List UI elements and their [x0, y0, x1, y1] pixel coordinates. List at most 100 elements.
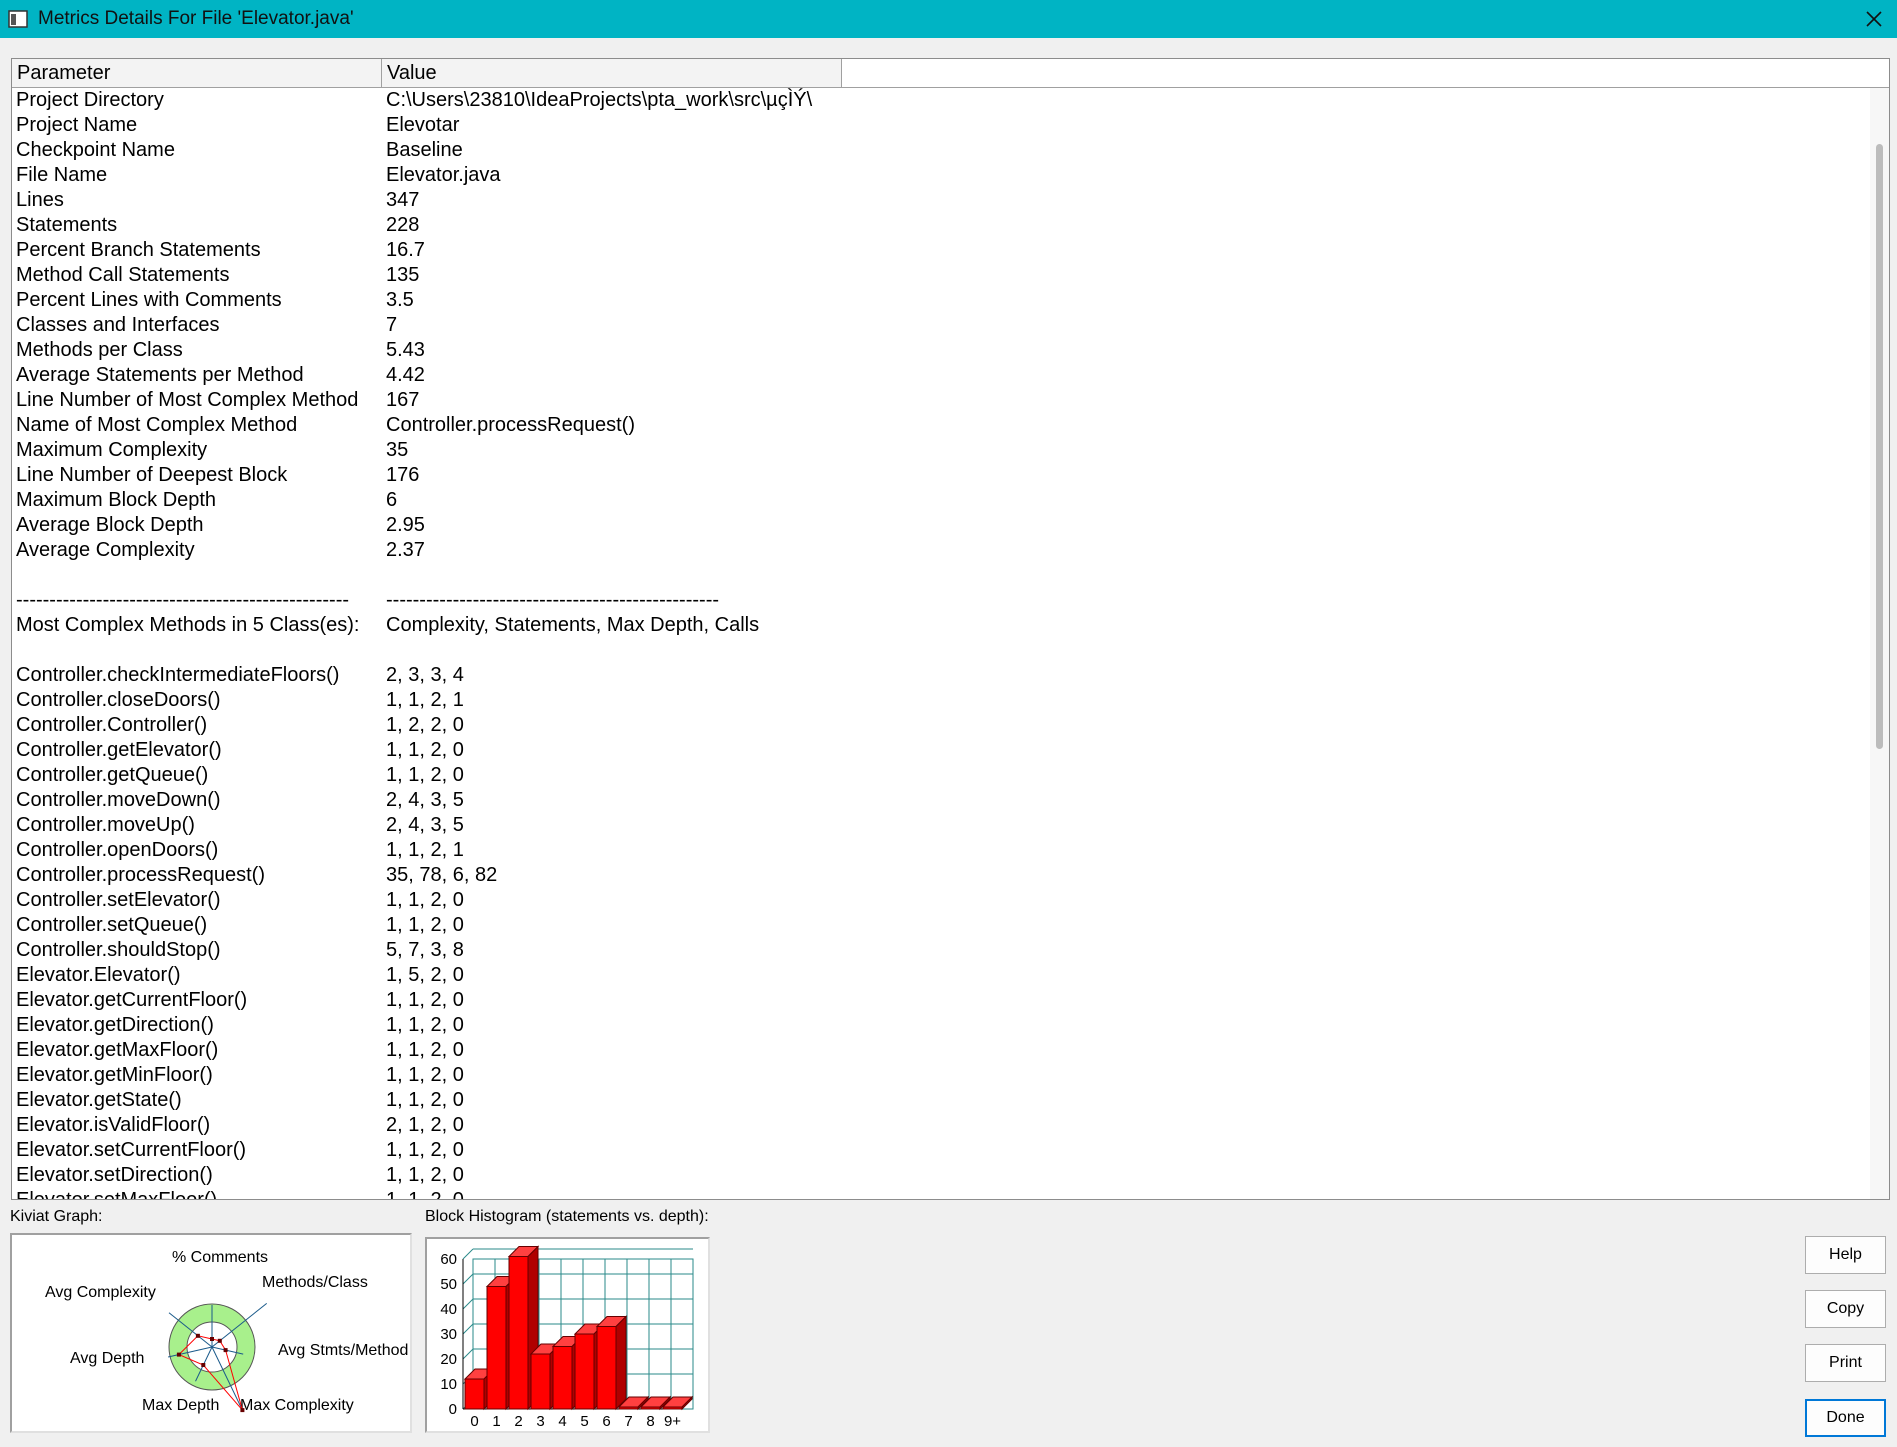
- parameter-cell: Percent Branch Statements: [16, 239, 261, 261]
- value-cell: C:\Users\23810\IdeaProjects\pta_work\src…: [386, 89, 813, 111]
- table-row[interactable]: Controller.getQueue() 1, 1, 2, 0: [12, 763, 1872, 788]
- copy-button[interactable]: Copy: [1805, 1290, 1886, 1328]
- parameter-cell: Elevator.Elevator(): [16, 964, 181, 986]
- table-row[interactable]: Project Directory C:\Users\23810\IdeaProj…: [12, 88, 1872, 113]
- parameter-cell: Classes and Interfaces: [16, 314, 220, 336]
- table-row[interactable]: Elevator.getMaxFloor() 1, 1, 2, 0: [12, 1038, 1872, 1063]
- table-row[interactable]: Lines 347: [12, 188, 1872, 213]
- parameter-cell: Controller.moveDown(): [16, 789, 221, 811]
- value-cell: 1, 1, 2, 0: [386, 739, 464, 761]
- value-cell: 228: [386, 214, 420, 236]
- column-header-value[interactable]: Value: [382, 59, 842, 88]
- histogram-y-tick: 0: [449, 1401, 457, 1418]
- table-row[interactable]: Elevator.getDirection() 1, 1, 2, 0: [12, 1013, 1872, 1038]
- scrollbar-thumb[interactable]: [1876, 144, 1883, 749]
- histogram-y-tick: 20: [440, 1351, 457, 1368]
- parameter-cell: Elevator.setMaxFloor(): [16, 1189, 218, 1200]
- value-cell: 1, 1, 2, 0: [386, 1039, 464, 1061]
- table-row[interactable]: Name of Most Complex Method Controller.pr…: [12, 413, 1872, 438]
- column-header-parameter[interactable]: Parameter: [12, 59, 382, 88]
- parameter-cell: Line Number of Most Complex Method: [16, 389, 359, 411]
- table-row[interactable]: Elevator.getCurrentFloor() 1, 1, 2, 0: [12, 988, 1872, 1013]
- parameter-cell: Maximum Complexity: [16, 439, 208, 461]
- table-row[interactable]: Classes and Interfaces 7: [12, 313, 1872, 338]
- table-row[interactable]: Line Number of Deepest Block 176: [12, 463, 1872, 488]
- parameter-cell: Average Block Depth: [16, 514, 204, 536]
- parameter-cell: Controller.getElevator(): [16, 739, 222, 761]
- parameter-cell: Name of Most Complex Method: [16, 414, 298, 436]
- table-row[interactable]: Elevator.setMaxFloor() 1, 1, 2, 0: [12, 1188, 1872, 1200]
- table-row[interactable]: Elevator.setDirection() 1, 1, 2, 0: [12, 1163, 1872, 1188]
- window-title: Metrics Details For File 'Elevator.java': [38, 8, 354, 29]
- value-cell: 2, 4, 3, 5: [386, 814, 464, 836]
- table-row[interactable]: Controller.setQueue() 1, 1, 2, 0: [12, 913, 1872, 938]
- parameter-cell: Elevator.setDirection(): [16, 1164, 213, 1186]
- metrics-table[interactable]: Parameter Value Project Directory C:\User…: [11, 58, 1890, 1200]
- histogram-x-tick: 0: [470, 1413, 478, 1430]
- table-row[interactable]: Controller.openDoors() 1, 1, 2, 1: [12, 838, 1872, 863]
- table-row[interactable]: Checkpoint Name Baseline: [12, 138, 1872, 163]
- table-row[interactable]: Maximum Complexity 35: [12, 438, 1872, 463]
- histogram-x-tick: 5: [580, 1413, 588, 1430]
- table-row[interactable]: Controller.moveUp() 2, 4, 3, 5: [12, 813, 1872, 838]
- print-button[interactable]: Print: [1805, 1344, 1886, 1382]
- table-row[interactable]: Methods per Class 5.43: [12, 338, 1872, 363]
- parameter-cell: Lines: [16, 189, 64, 211]
- table-row[interactable]: Statements 228: [12, 213, 1872, 238]
- table-row[interactable]: Controller.checkIntermediateFloors() 2, 3…: [12, 663, 1872, 688]
- table-row[interactable]: Method Call Statements 135: [12, 263, 1872, 288]
- histogram-y-tick: 10: [440, 1376, 457, 1393]
- table-row[interactable]: Elevator.Elevator() 1, 5, 2, 0: [12, 963, 1872, 988]
- histogram-bar: [662, 1406, 683, 1410]
- table-row[interactable]: ----------------------------------------…: [12, 588, 1872, 613]
- kiviat-axis-label: Avg Stmts/Method: [278, 1342, 408, 1359]
- histogram-bar-side: [615, 1315, 627, 1411]
- done-button[interactable]: Done: [1805, 1399, 1886, 1437]
- value-cell: 1, 1, 2, 1: [386, 689, 464, 711]
- table-row[interactable]: Controller.shouldStop() 5, 7, 3, 8: [12, 938, 1872, 963]
- parameter-cell: Controller.Controller(): [16, 714, 208, 736]
- table-row[interactable]: [12, 563, 1872, 588]
- table-row[interactable]: Percent Branch Statements 16.7: [12, 238, 1872, 263]
- table-row[interactable]: Line Number of Most Complex Method 167: [12, 388, 1872, 413]
- table-row[interactable]: Percent Lines with Comments 3.5: [12, 288, 1872, 313]
- value-cell: 1, 1, 2, 1: [386, 839, 464, 861]
- value-cell: 1, 1, 2, 0: [386, 914, 464, 936]
- value-cell: Elevator.java: [386, 164, 501, 186]
- value-cell: 1, 1, 2, 0: [386, 1089, 464, 1111]
- parameter-cell: Percent Lines with Comments: [16, 289, 282, 311]
- table-row[interactable]: Controller.setElevator() 1, 1, 2, 0: [12, 888, 1872, 913]
- table-row[interactable]: [12, 638, 1872, 663]
- help-button[interactable]: Help: [1805, 1236, 1886, 1274]
- table-row[interactable]: Controller.processRequest() 35, 78, 6, 82: [12, 863, 1872, 888]
- table-row[interactable]: Average Block Depth 2.95: [12, 513, 1872, 538]
- table-row[interactable]: Average Statements per Method 4.42: [12, 363, 1872, 388]
- histogram-gridline-diag: [462, 1298, 474, 1310]
- table-body: Project Directory C:\Users\23810\IdeaProj…: [12, 88, 1872, 1200]
- table-row[interactable]: Controller.closeDoors() 1, 1, 2, 1: [12, 688, 1872, 713]
- table-row[interactable]: Elevator.getState() 1, 1, 2, 0: [12, 1088, 1872, 1113]
- table-row[interactable]: Average Complexity 2.37: [12, 538, 1872, 563]
- parameter-cell: [12, 563, 384, 588]
- table-row[interactable]: Elevator.isValidFloor() 2, 1, 2, 0: [12, 1113, 1872, 1138]
- parameter-cell: Controller.setElevator(): [16, 889, 221, 911]
- histogram-bar: [640, 1406, 661, 1410]
- table-row[interactable]: Controller.Controller() 1, 2, 2, 0: [12, 713, 1872, 738]
- histogram-y-tick: 50: [440, 1276, 457, 1293]
- histogram-x-tick: 4: [558, 1413, 566, 1430]
- histogram-bar: [552, 1346, 573, 1410]
- vertical-scrollbar[interactable]: [1870, 88, 1889, 1199]
- table-row[interactable]: File Name Elevator.java: [12, 163, 1872, 188]
- table-row[interactable]: Elevator.setCurrentFloor() 1, 1, 2, 0: [12, 1138, 1872, 1163]
- table-row[interactable]: Maximum Block Depth 6: [12, 488, 1872, 513]
- close-icon[interactable]: [1851, 0, 1897, 38]
- table-row[interactable]: Most Complex Methods in 5 Class(es): Comp…: [12, 613, 1872, 638]
- table-row[interactable]: Controller.getElevator() 1, 1, 2, 0: [12, 738, 1872, 763]
- value-cell: ----------------------------------------…: [386, 589, 720, 611]
- histogram-y-tick: 60: [440, 1251, 457, 1268]
- table-row[interactable]: Elevator.getMinFloor() 1, 1, 2, 0: [12, 1063, 1872, 1088]
- table-row[interactable]: Controller.moveDown() 2, 4, 3, 5: [12, 788, 1872, 813]
- parameter-cell: Maximum Block Depth: [16, 489, 217, 511]
- table-row[interactable]: Project Name Elevotar: [12, 113, 1872, 138]
- parameter-cell: Elevator.isValidFloor(): [16, 1114, 211, 1136]
